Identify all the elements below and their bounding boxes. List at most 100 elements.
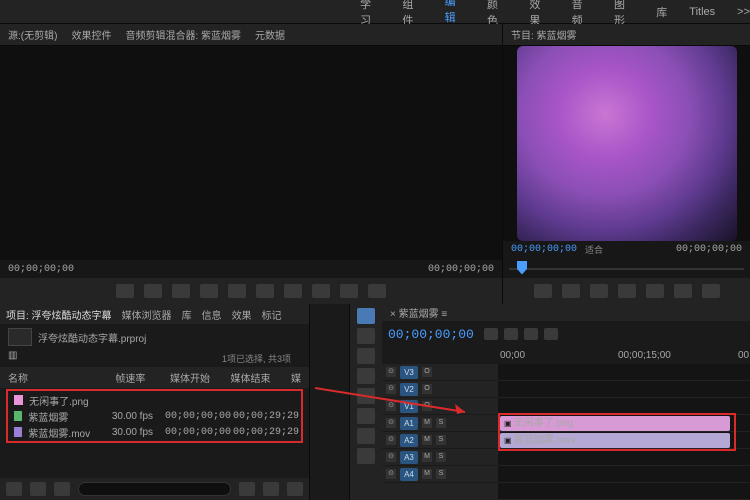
col-media[interactable]: 媒 — [291, 370, 301, 385]
track-select-tool[interactable] — [357, 328, 375, 344]
prog-play[interactable] — [618, 284, 636, 298]
clip-video[interactable]: ▣ 无闲事了.png — [500, 416, 730, 431]
col-name[interactable]: 名称 — [8, 370, 115, 385]
list-view-button[interactable] — [6, 482, 22, 496]
label-swatch — [14, 427, 22, 437]
time-ruler[interactable]: 00;00 00;00;15;00 00;00;30;00 — [498, 347, 750, 364]
col-start[interactable]: 媒体开始 — [170, 370, 231, 385]
project-items-highlight: 无闲事了.png 紫蓝烟雾 30.00 fps 00;00;00;00 00;0… — [6, 389, 303, 443]
ws-more[interactable]: >> — [737, 6, 750, 18]
mark-out-button[interactable] — [144, 284, 162, 298]
track-header-v2[interactable]: ⊙V2O — [382, 381, 498, 398]
insert-button[interactable] — [312, 284, 330, 298]
project-panel: 项目: 浮夸炫酷动态字幕 媒体浏览器 库 信息 效果 标记 浮夸炫酷动态字幕.p… — [0, 304, 310, 500]
program-scrubber[interactable] — [509, 259, 744, 279]
prog-mark-out[interactable] — [562, 284, 580, 298]
workspace-menu: 学习 组件 编辑 颜色 效果 音频 图形 库 Titles >> — [0, 0, 750, 24]
toolbox — [350, 304, 382, 500]
playhead-icon[interactable] — [517, 261, 527, 275]
settings-icon[interactable] — [544, 328, 558, 340]
source-tc-out: 00;00;00;00 — [428, 264, 494, 275]
track-header-a1[interactable]: ⊙A1MS — [382, 415, 498, 432]
project-columns: 名称 帧速率 媒体开始 媒体结束 媒 — [0, 367, 309, 388]
track-header-a3[interactable]: ⊙A3MS — [382, 449, 498, 466]
filter-icon[interactable]: ▥ — [8, 350, 17, 367]
col-fps[interactable]: 帧速率 — [115, 370, 170, 385]
label-swatch — [14, 411, 22, 421]
program-title[interactable]: 节目: 紫蓝烟雾 — [511, 27, 577, 42]
play-button[interactable] — [228, 284, 246, 298]
timeline-tc[interactable]: 00;00;00;00 — [388, 327, 474, 342]
hand-tool[interactable] — [357, 428, 375, 444]
goto-out-button[interactable] — [284, 284, 302, 298]
source-transport — [0, 278, 502, 304]
source-monitor — [0, 46, 502, 260]
track-header-v1[interactable]: ⊙V1O — [382, 398, 498, 415]
track-header-v3[interactable]: ⊙V3O — [382, 364, 498, 381]
linked-sel-button[interactable] — [504, 328, 518, 340]
tab-media-browser[interactable]: 媒体浏览器 — [122, 307, 172, 322]
project-item[interactable]: 紫蓝烟雾 30.00 fps 00;00;00;00 00;00;29;29 — [10, 408, 299, 424]
tab-metadata[interactable]: 元数据 — [255, 27, 285, 42]
tab-info[interactable]: 信息 — [202, 307, 222, 322]
track-header-a2[interactable]: ⊙A2MS — [382, 432, 498, 449]
search-input[interactable] — [78, 482, 231, 496]
selection-tool[interactable] — [357, 308, 375, 324]
marker-button[interactable] — [524, 328, 538, 340]
prog-step-back[interactable] — [590, 284, 608, 298]
pen-tool[interactable] — [357, 408, 375, 424]
icon-view-button[interactable] — [30, 482, 46, 496]
prog-lift[interactable] — [674, 284, 692, 298]
ripple-tool[interactable] — [357, 348, 375, 364]
goto-in-button[interactable] — [172, 284, 190, 298]
track-header-a4[interactable]: ⊙A4MS — [382, 466, 498, 483]
timeline-panel: × 紫蓝烟雾 ≡ 00;00;00;00 00;00 00;00;15;00 0… — [382, 304, 750, 500]
project-item[interactable]: 紫蓝烟雾.mov 30.00 fps 00;00;00;00 00;00;29;… — [10, 424, 299, 440]
tab-project[interactable]: 项目: 浮夸炫酷动态字幕 — [6, 307, 112, 322]
tab-fx[interactable]: 效果 — [232, 307, 252, 322]
export-frame-button[interactable] — [368, 284, 386, 298]
new-bin-button[interactable] — [239, 482, 255, 496]
prog-step-fwd[interactable] — [646, 284, 664, 298]
delete-button[interactable] — [287, 482, 303, 496]
tab-lib[interactable]: 库 — [182, 307, 192, 322]
mark-in-button[interactable] — [116, 284, 134, 298]
program-monitor — [503, 46, 750, 241]
col-end[interactable]: 媒体结束 — [230, 370, 291, 385]
freeform-button[interactable] — [54, 482, 70, 496]
bin-thumb-icon — [8, 328, 32, 346]
program-tc-duration: 00;00;00;00 — [676, 244, 742, 255]
zoom-fit[interactable]: 适合 — [585, 243, 603, 256]
tab-markers[interactable]: 标记 — [262, 307, 282, 322]
track-area[interactable]: ▣ 无闲事了.png ▣ 紫蓝烟雾.mov — [498, 364, 750, 500]
track-headers: ⊙V3O ⊙V2O ⊙V1O ⊙A1MS ⊙A2MS ⊙A3MS ⊙A4MS — [382, 364, 498, 500]
type-tool[interactable] — [357, 448, 375, 464]
prog-extract[interactable] — [702, 284, 720, 298]
project-item[interactable]: 无闲事了.png — [10, 392, 299, 408]
project-filename: 浮夸炫酷动态字幕.prproj — [38, 330, 146, 345]
program-transport — [503, 278, 750, 304]
step-back-button[interactable] — [200, 284, 218, 298]
selection-info: 1项已选择, 共3项 — [212, 350, 301, 367]
new-item-button[interactable] — [263, 482, 279, 496]
ws-library[interactable]: 库 — [656, 4, 667, 20]
tab-audio-mixer[interactable]: 音频剪辑混合器: 紫蓝烟雾 — [125, 27, 241, 42]
tab-effect-controls[interactable]: 效果控件 — [71, 27, 111, 42]
sequence-tab[interactable]: × 紫蓝烟雾 ≡ — [390, 305, 447, 320]
slip-tool[interactable] — [357, 388, 375, 404]
overwrite-button[interactable] — [340, 284, 358, 298]
preview-smoke-image — [517, 46, 737, 241]
source-tc-in[interactable]: 00;00;00;00 — [8, 264, 74, 275]
program-monitor-panel: 节目: 紫蓝烟雾 00;00;00;00 适合 00;00;00;00 — [503, 24, 750, 304]
ws-titles[interactable]: Titles — [689, 6, 715, 18]
clip-audio[interactable]: ▣ 紫蓝烟雾.mov — [500, 433, 730, 448]
razor-tool[interactable] — [357, 368, 375, 384]
program-tc-current[interactable]: 00;00;00;00 — [511, 244, 577, 255]
snap-button[interactable] — [484, 328, 498, 340]
step-fwd-button[interactable] — [256, 284, 274, 298]
label-swatch — [14, 395, 23, 405]
source-monitor-panel: 源:(无剪辑) 效果控件 音频剪辑混合器: 紫蓝烟雾 元数据 00;00;00;… — [0, 24, 503, 304]
tab-source[interactable]: 源:(无剪辑) — [8, 27, 57, 42]
source-tabs: 源:(无剪辑) 效果控件 音频剪辑混合器: 紫蓝烟雾 元数据 — [0, 24, 502, 46]
prog-mark-in[interactable] — [534, 284, 552, 298]
